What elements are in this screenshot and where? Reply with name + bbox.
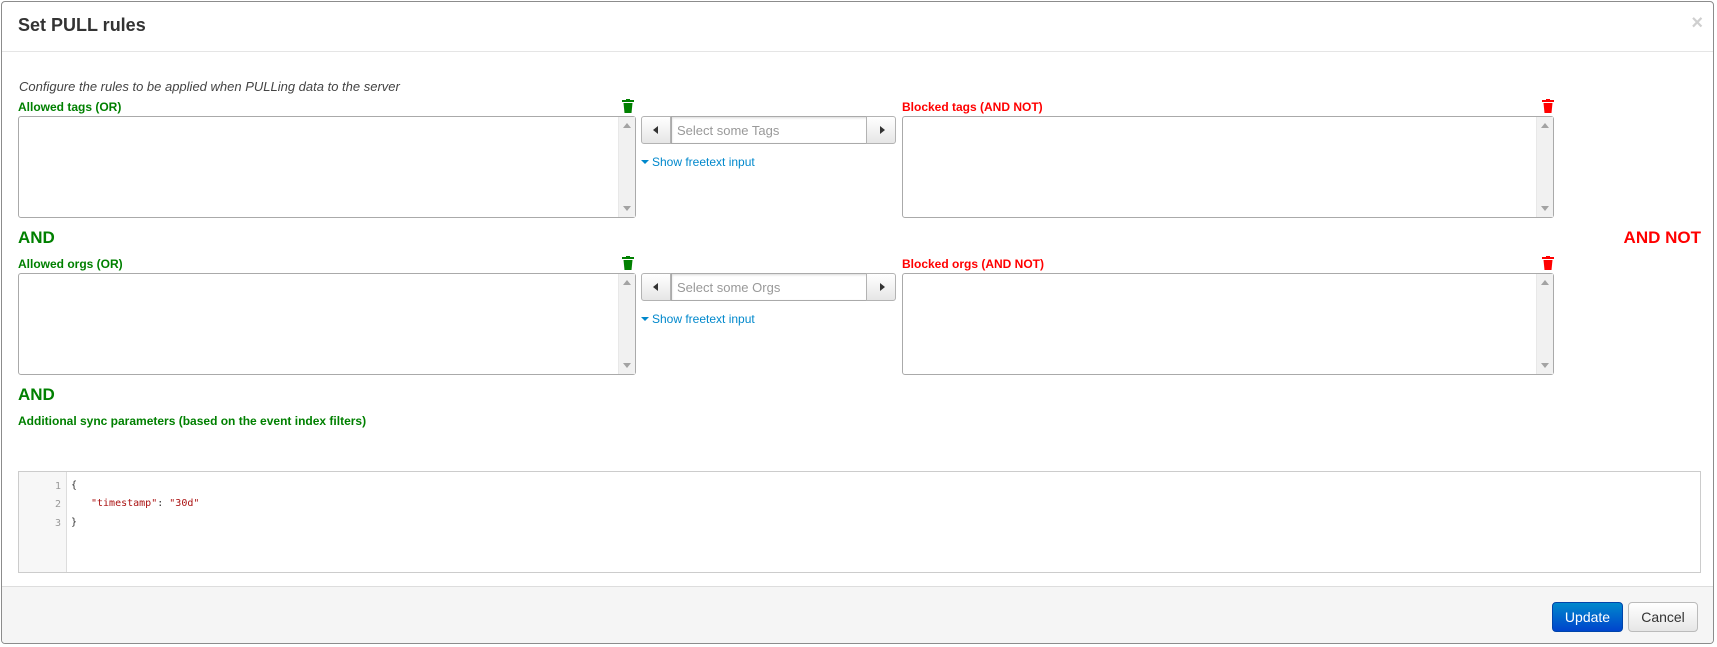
- blocked-tags-label: Blocked tags (AND NOT): [902, 100, 1043, 114]
- and-connector-2: AND: [18, 385, 55, 404]
- sync-params-label: Additional sync parameters (based on the…: [18, 414, 367, 428]
- modal-description: Configure the rules to be applied when P…: [19, 79, 400, 94]
- code-key: "timestamp": [91, 498, 158, 509]
- move-tag-to-blocked-button[interactable]: [866, 116, 896, 144]
- caret-down-icon: [641, 159, 649, 164]
- code-value: "30d": [169, 498, 200, 509]
- line-number: 3: [54, 518, 61, 529]
- modal-header: Set PULL rules ×: [2, 2, 1713, 52]
- blocked-orgs-list[interactable]: [902, 273, 1554, 375]
- blocked-tags-list[interactable]: [902, 116, 1554, 218]
- clear-blocked-tags-trash-icon[interactable]: [1542, 99, 1554, 113]
- blocked-tags-scrollbar[interactable]: [1536, 117, 1553, 217]
- move-org-to-allowed-button[interactable]: [641, 273, 671, 301]
- code-line-3: }: [71, 517, 78, 528]
- orgs-show-freetext-link[interactable]: Show freetext input: [641, 312, 755, 326]
- line-number: 2: [54, 499, 61, 510]
- allowed-tags-label: Allowed tags (OR): [18, 100, 122, 114]
- clear-allowed-orgs-trash-icon[interactable]: [622, 256, 634, 270]
- arrow-left-icon: [653, 126, 658, 134]
- allowed-orgs-list[interactable]: [18, 273, 636, 375]
- allowed-orgs-label: Allowed orgs (OR): [18, 257, 123, 271]
- modal-footer: Update Cancel: [2, 586, 1713, 643]
- arrow-right-icon: [880, 283, 885, 291]
- blocked-orgs-scrollbar[interactable]: [1536, 274, 1553, 374]
- line-number-gutter: 1 2 3: [19, 472, 67, 572]
- code-line-2: "timestamp": "30d": [91, 498, 199, 509]
- modal-title: Set PULL rules: [18, 15, 146, 35]
- close-icon[interactable]: ×: [1691, 13, 1703, 33]
- move-tag-to-allowed-button[interactable]: [641, 116, 671, 144]
- code-separator: :: [157, 498, 170, 509]
- clear-blocked-orgs-trash-icon[interactable]: [1542, 256, 1554, 270]
- arrow-right-icon: [880, 126, 885, 134]
- sync-params-code-editor[interactable]: 1 2 3 { "timestamp": "30d" }: [18, 471, 1701, 573]
- orgs-picker: [641, 273, 896, 301]
- tags-show-freetext-link[interactable]: Show freetext input: [641, 155, 755, 169]
- allowed-tags-list[interactable]: [18, 116, 636, 218]
- set-pull-rules-modal: Set PULL rules × Configure the rules to …: [1, 1, 1714, 644]
- move-org-to-blocked-button[interactable]: [866, 273, 896, 301]
- and-not-connector: AND NOT: [1623, 228, 1701, 247]
- tags-picker: [641, 116, 896, 144]
- allowed-tags-scrollbar[interactable]: [618, 117, 635, 217]
- tags-select-input[interactable]: [671, 116, 890, 144]
- orgs-select-input[interactable]: [671, 273, 890, 301]
- update-button[interactable]: Update: [1552, 602, 1623, 632]
- caret-down-icon: [641, 316, 649, 321]
- cancel-button[interactable]: Cancel: [1628, 602, 1698, 632]
- clear-allowed-tags-trash-icon[interactable]: [622, 99, 634, 113]
- and-connector-1: AND: [18, 228, 55, 247]
- blocked-orgs-label: Blocked orgs (AND NOT): [902, 257, 1045, 271]
- arrow-left-icon: [653, 283, 658, 291]
- line-number: 1: [54, 481, 61, 492]
- code-line-1: {: [71, 480, 78, 491]
- allowed-orgs-scrollbar[interactable]: [618, 274, 635, 374]
